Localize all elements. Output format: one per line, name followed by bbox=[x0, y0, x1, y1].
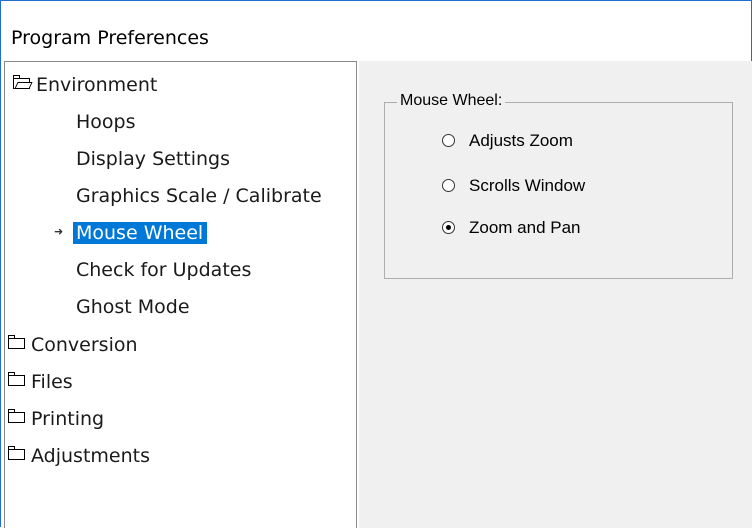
tree-item-label: Environment bbox=[36, 74, 158, 96]
tree-item-label: Mouse Wheel bbox=[73, 222, 208, 244]
radio-button[interactable] bbox=[442, 179, 455, 192]
tree-item-display-settings[interactable]: Display Settings bbox=[76, 144, 230, 174]
radio-label: Adjusts Zoom bbox=[469, 131, 573, 150]
tree-item-label: Check for Updates bbox=[76, 259, 252, 281]
tree-item-label: Printing bbox=[31, 408, 105, 430]
folder-icon bbox=[8, 445, 26, 461]
tree-item-label: Ghost Mode bbox=[76, 296, 190, 318]
preferences-tree[interactable]: Environment Hoops Display Settings Graph… bbox=[4, 61, 357, 528]
radio-button-checked[interactable] bbox=[442, 221, 455, 234]
tree-item-printing[interactable]: Printing bbox=[8, 404, 104, 434]
tree-item-hoops[interactable]: Hoops bbox=[76, 107, 136, 137]
radio-button[interactable] bbox=[442, 134, 455, 147]
tree-item-label: Display Settings bbox=[76, 148, 231, 170]
tree-item-label: Files bbox=[31, 371, 73, 393]
radio-label: Zoom and Pan bbox=[469, 218, 581, 237]
tree-item-graphics-scale[interactable]: Graphics Scale / Calibrate bbox=[76, 181, 322, 211]
tree-item-adjustments[interactable]: Adjustments bbox=[8, 441, 150, 471]
folder-icon bbox=[8, 334, 26, 350]
radio-checked-dot bbox=[446, 225, 451, 230]
tree-item-conversion[interactable]: Conversion bbox=[8, 330, 138, 360]
tree-item-label: Conversion bbox=[31, 334, 138, 356]
tree-item-label: Adjustments bbox=[31, 445, 150, 467]
tree-item-mouse-wheel[interactable]: Mouse Wheel bbox=[73, 218, 208, 248]
tree-item-files[interactable]: Files bbox=[8, 367, 73, 397]
radio-label: Scrolls Window bbox=[469, 176, 586, 195]
tree-item-label: Hoops bbox=[76, 111, 136, 133]
folder-icon bbox=[8, 371, 26, 387]
settings-panel: Mouse Wheel: Adjusts Zoom Scrolls Window… bbox=[359, 61, 752, 528]
folder-open-icon bbox=[13, 74, 33, 90]
folder-icon bbox=[8, 408, 26, 424]
tree-item-environment[interactable]: Environment bbox=[13, 70, 157, 100]
group-label: Mouse Wheel: bbox=[397, 92, 506, 110]
mouse-wheel-group: Mouse Wheel: Adjusts Zoom Scrolls Window… bbox=[384, 92, 733, 279]
tree-item-check-updates[interactable]: Check for Updates bbox=[76, 255, 251, 285]
tree-item-ghost-mode[interactable]: Ghost Mode bbox=[76, 292, 190, 322]
window-title: Program Preferences bbox=[11, 27, 209, 49]
selected-arrow-icon: ➜ bbox=[54, 225, 64, 238]
tree-item-label: Graphics Scale / Calibrate bbox=[76, 185, 322, 207]
preferences-window: Program Preferences Environment Hoops Di… bbox=[0, 0, 752, 528]
